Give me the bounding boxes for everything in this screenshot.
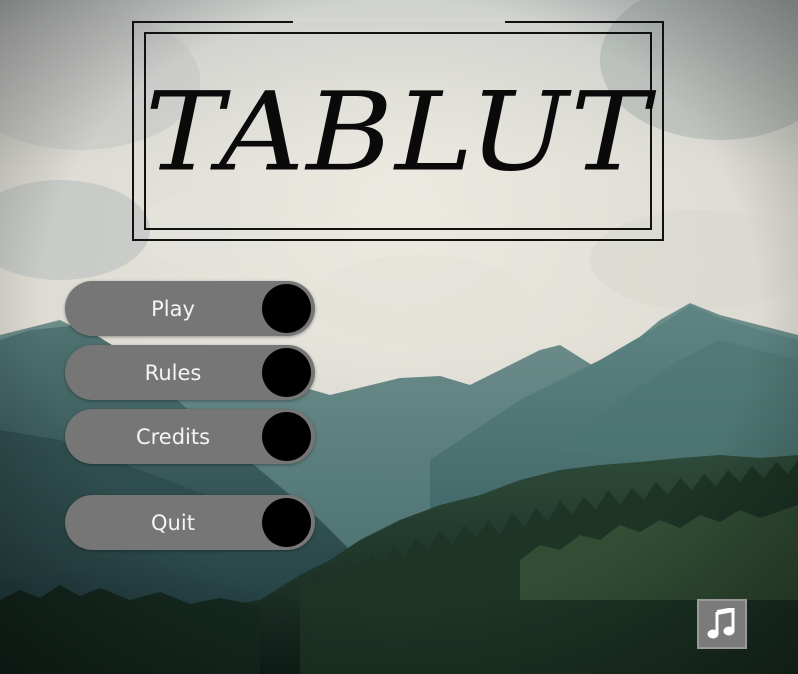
play-button[interactable]: Play xyxy=(65,281,315,336)
quit-button[interactable]: Quit xyxy=(65,495,315,550)
play-button-knob xyxy=(262,284,311,333)
music-note-icon xyxy=(707,608,735,639)
rules-button[interactable]: Rules xyxy=(65,345,315,400)
rules-button-knob xyxy=(262,348,311,397)
title-frame-gap xyxy=(293,18,505,26)
credits-button-label: Credits xyxy=(135,424,211,449)
play-button-label: Play xyxy=(151,296,195,321)
quit-button-knob xyxy=(262,498,311,547)
credits-button-knob xyxy=(262,412,311,461)
rules-button-label: Rules xyxy=(144,360,202,385)
quit-button-label: Quit xyxy=(151,510,195,535)
credits-button[interactable]: Credits xyxy=(65,409,315,464)
music-toggle-button[interactable] xyxy=(697,599,747,649)
game-title: TABLUT xyxy=(144,68,652,196)
